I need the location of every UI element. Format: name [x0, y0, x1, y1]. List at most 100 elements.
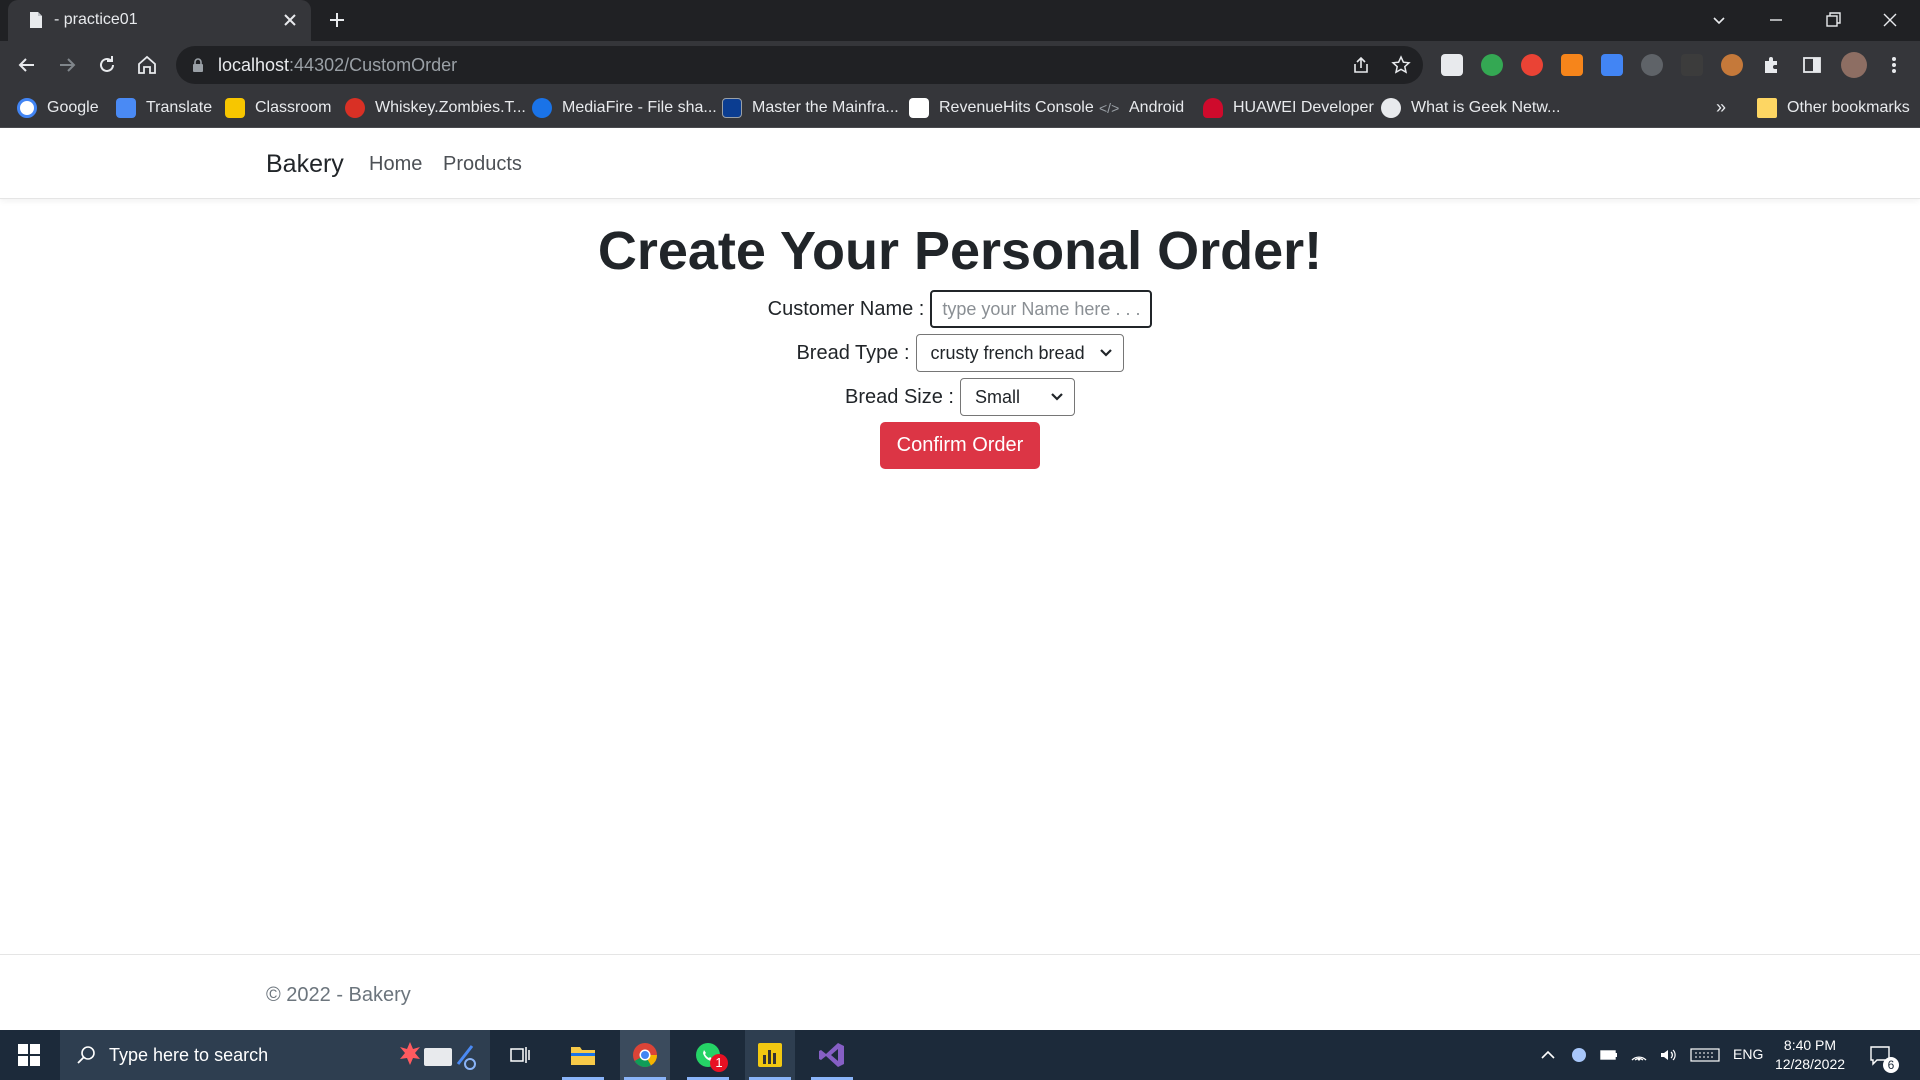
bookmark-label: MediaFire - File sha... [562, 99, 717, 116]
bookmark-google[interactable]: Google [17, 97, 99, 119]
metamask-icon[interactable] [1561, 54, 1583, 76]
folder-icon [1757, 98, 1777, 118]
bookmark-android[interactable]: </> Android [1099, 97, 1184, 119]
browser-tab-active[interactable]: - practice01 [8, 0, 311, 41]
wifi-icon[interactable] [1630, 1046, 1648, 1064]
windows-start-icon[interactable] [18, 1044, 40, 1066]
extension-3-icon[interactable] [1521, 54, 1543, 76]
bookmark-label: Translate [146, 99, 213, 116]
customer-name-row: Customer Name : [0, 290, 1920, 328]
clock-time: 8:40 PM [1783, 1037, 1837, 1053]
extension-5-icon[interactable] [1601, 54, 1623, 76]
bread-size-row: Bread Size : Small [0, 378, 1920, 416]
back-icon[interactable] [15, 53, 39, 77]
battery-icon[interactable] [1600, 1046, 1618, 1064]
power-bi-icon [758, 1043, 782, 1067]
input-language[interactable]: ENG [1733, 1046, 1763, 1062]
extensions-puzzle-icon[interactable] [1761, 54, 1783, 76]
taskbar-file-explorer[interactable] [558, 1030, 608, 1080]
folder-icon [571, 1047, 595, 1065]
windows-taskbar: Type here to search 1 ENG 8:40 PM 12/28/… [0, 1030, 1920, 1080]
translate-icon [116, 98, 136, 118]
bookmark-label: Google [47, 99, 99, 116]
globe-icon [1381, 98, 1401, 118]
site-brand[interactable]: Bakery [266, 150, 344, 179]
tab-search-icon[interactable] [1707, 8, 1731, 32]
onedrive-icon[interactable] [1570, 1046, 1588, 1064]
bookmark-star-icon[interactable] [1391, 55, 1411, 75]
reload-icon[interactable] [95, 53, 119, 77]
extension-6-icon[interactable] [1641, 54, 1663, 76]
mainframe-icon [722, 98, 742, 118]
bread-type-select[interactable]: crusty french bread [915, 334, 1124, 372]
bookmark-other-bookmarks[interactable]: Other bookmarks [1757, 97, 1910, 119]
task-view-button[interactable] [495, 1030, 545, 1080]
bookmark-label: What is Geek Netw... [1411, 99, 1561, 116]
chevron-down-icon [1099, 349, 1112, 357]
bread-size-label: Bread Size : [845, 385, 954, 408]
nav-home[interactable]: Home [369, 153, 422, 176]
keyboard-icon[interactable] [1690, 1046, 1720, 1064]
bookmark-revenuehits[interactable]: RevenueHits Console [909, 97, 1094, 119]
huawei-icon [1203, 98, 1223, 118]
system-clock[interactable]: 8:40 PM 12/28/2022 [1770, 1036, 1850, 1074]
bread-size-select[interactable]: Small [959, 378, 1075, 416]
close-window-icon[interactable] [1878, 8, 1902, 32]
taskbar-whatsapp[interactable]: 1 [683, 1030, 733, 1080]
browser-tabstrip: - practice01 [0, 0, 1920, 41]
customer-name-input[interactable] [930, 290, 1153, 328]
confirm-order-button[interactable]: Confirm Order [880, 422, 1040, 469]
taskbar-search-box[interactable]: Type here to search [60, 1030, 490, 1080]
bookmark-classroom[interactable]: Classroom [225, 97, 331, 119]
site-navbar: Bakery Home Products [0, 128, 1920, 199]
classroom-icon [225, 98, 245, 118]
forward-icon[interactable] [55, 53, 79, 77]
address-bar[interactable]: localhost:44302/CustomOrder [176, 46, 1423, 84]
search-highlight-icon [400, 1038, 480, 1072]
taskbar-power-bi[interactable] [745, 1030, 795, 1080]
bookmark-label: Other bookmarks [1787, 99, 1910, 116]
bread-size-selected: Small [974, 386, 1020, 407]
page-title: Create Your Personal Order! [597, 221, 1323, 281]
cookie-icon[interactable] [1721, 54, 1743, 76]
document-icon [30, 12, 42, 28]
bookmark-geek-network[interactable]: What is Geek Netw... [1381, 97, 1560, 119]
notification-count-badge: 6 [1883, 1057, 1899, 1073]
url-host: localhost [218, 55, 290, 75]
code-icon: </> [1099, 100, 1120, 116]
bookmark-whiskey[interactable]: Whiskey.Zombies.T... [345, 97, 526, 119]
side-panel-icon[interactable] [1801, 54, 1823, 76]
footer-copyright: © 2022 - Bakery [266, 984, 411, 1006]
url-text[interactable]: localhost:44302/CustomOrder [218, 55, 457, 76]
volume-icon[interactable] [1659, 1046, 1677, 1064]
new-tab-icon[interactable] [327, 10, 347, 30]
bookmarks-overflow-button[interactable]: » [1716, 97, 1726, 118]
bookmark-mediafire[interactable]: MediaFire - File sha... [532, 97, 717, 119]
restore-icon[interactable] [1821, 8, 1845, 32]
profile-avatar[interactable] [1841, 52, 1867, 78]
task-view-icon [510, 1047, 530, 1063]
visual-studio-icon [819, 1043, 844, 1067]
customer-name-label: Customer Name : [767, 297, 925, 320]
home-icon[interactable] [135, 53, 159, 77]
page-content: Bakery Home Products Create Your Persona… [0, 128, 1920, 1030]
extension-1-icon[interactable] [1441, 54, 1463, 76]
bookmarks-bar: Google Translate Classroom Whiskey.Zombi… [0, 89, 1920, 128]
nav-products[interactable]: Products [443, 153, 522, 176]
bookmark-huawei[interactable]: HUAWEI Developer [1203, 97, 1374, 119]
chevron-down-icon [1051, 393, 1063, 401]
taskbar-visual-studio[interactable] [807, 1030, 857, 1080]
show-hidden-icons-chevron-up-icon[interactable] [1539, 1046, 1557, 1064]
menu-kebab-icon[interactable] [1883, 54, 1905, 76]
extension-2-icon[interactable] [1481, 54, 1503, 76]
share-icon[interactable] [1351, 55, 1371, 75]
lock-icon[interactable] [190, 57, 206, 73]
bookmark-mainframe[interactable]: Master the Mainfra... [722, 97, 899, 119]
clock-date: 12/28/2022 [1774, 1056, 1846, 1072]
close-tab-icon[interactable] [280, 10, 300, 30]
bookmark-label: Android [1129, 99, 1185, 116]
extension-7-icon[interactable] [1681, 54, 1703, 76]
taskbar-chrome[interactable] [620, 1030, 670, 1080]
minimize-icon[interactable] [1764, 8, 1788, 32]
bookmark-translate[interactable]: Translate [116, 97, 212, 119]
